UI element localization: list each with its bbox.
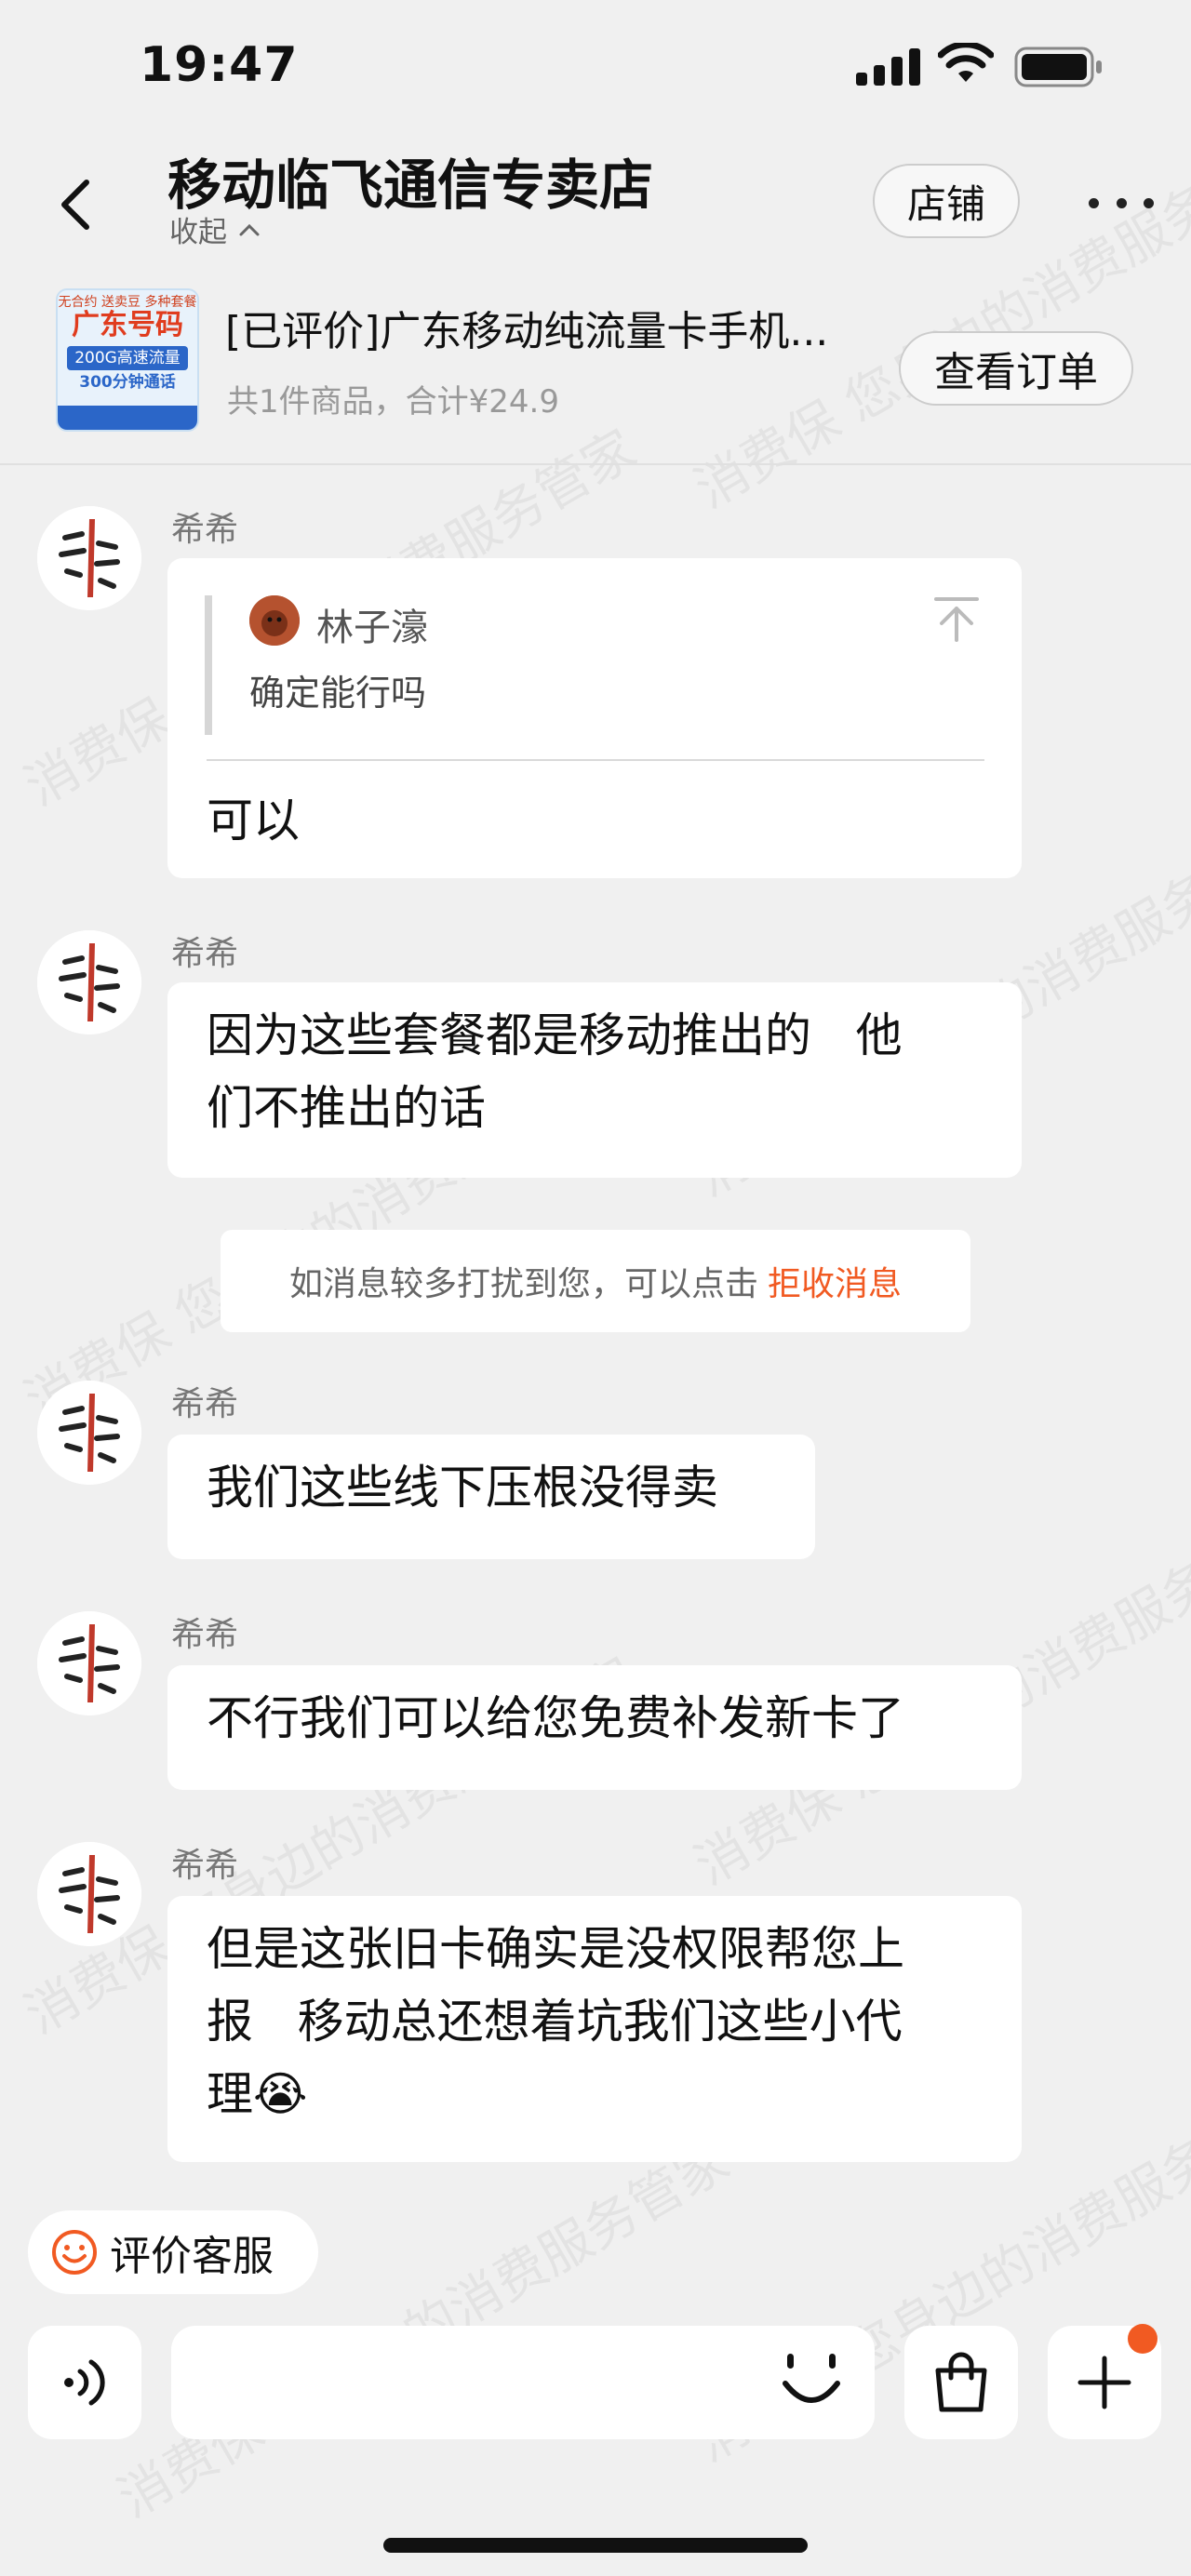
voice-icon [64,2359,105,2406]
thumbnail-title: 广东号码 [72,309,183,341]
input-bar [0,2316,1191,2456]
quote-divider [207,759,984,761]
back-button[interactable] [47,167,102,242]
notification-dot [1128,2324,1158,2354]
plus-icon [1077,2356,1131,2409]
rate-service-label: 评价客服 [110,2233,274,2280]
reject-messages-link[interactable]: 拒收消息 [768,1257,902,1305]
sender-name: 希希 [171,1385,239,1423]
cellular-signal-icon [856,48,920,86]
message-line: 们不推出的话 [207,1081,486,1135]
avatar[interactable] [37,1381,141,1485]
sender-name: 希希 [171,1616,239,1654]
more-icon[interactable] [1089,184,1154,221]
message-bubble[interactable]: 我们这些线下压根没得卖 [167,1435,815,1559]
emoji-icon[interactable] [780,2348,843,2415]
message-line: 但是这张旧卡确实是没权限帮您上 [207,1922,904,1976]
calligraphy-avatar-icon [37,1381,141,1485]
thumbnail-call: 300分钟通话 [79,373,176,392]
rate-service-button[interactable]: 评价客服 [28,2210,318,2294]
message-input[interactable] [171,2326,875,2439]
thumbnail-strip [58,406,197,430]
sender-name: 希希 [171,935,239,973]
order-title[interactable]: [已评价]广东移动纯流量卡手机... [225,298,895,357]
view-order-button[interactable]: 查看订单 [899,331,1133,406]
quoted-message[interactable]: 林子濠 确定能行吗 [205,595,986,735]
home-indicator [383,2538,808,2553]
thumbnail-tagline: 无合约 送卖豆 多种套餐 [58,295,197,310]
order-card[interactable]: 无合约 送卖豆 多种套餐 广东号码 200G高速流量 300分钟通话 [已评价]… [0,279,1191,465]
product-thumbnail[interactable]: 无合约 送卖豆 多种套餐 广东号码 200G高速流量 300分钟通话 [56,288,199,432]
message-text: 可以 [207,794,300,848]
calligraphy-avatar-icon [37,506,141,610]
sender-name: 希希 [171,1847,239,1885]
voice-button[interactable] [28,2326,141,2439]
notice-text: 如消息较多打扰到您，可以点击 [288,1265,758,1303]
quote-text: 确定能行吗 [249,673,427,714]
message-line: 我们这些线下压根没得卖 [207,1461,718,1515]
collapse-label: 收起 [169,216,227,249]
sender-name: 希希 [171,511,239,549]
calligraphy-avatar-icon [37,1842,141,1946]
store-button[interactable]: 店铺 [873,164,1020,238]
thumbnail-flow: 200G高速流量 [67,346,188,370]
pin-top-icon[interactable] [932,595,981,644]
calligraphy-avatar-icon [37,1611,141,1715]
status-time: 19:47 [140,37,299,93]
wifi-icon [938,43,994,82]
system-notice: 如消息较多打扰到您，可以点击 拒收消息 [221,1230,970,1332]
shopping-bag-icon [935,2352,987,2412]
message-line: 因为这些套餐都是移动推出的 他 [207,1008,903,1062]
message-line: 报 移动总还想着坑我们这些小代 [207,1995,903,2049]
avatar[interactable] [37,1611,141,1715]
shopping-bag-button[interactable] [904,2326,1018,2439]
back-icon [61,180,89,230]
avatar[interactable] [37,1842,141,1946]
avatar[interactable] [37,930,141,1034]
chat-header: 移动临飞通信专卖店 收起 店铺 [0,140,1191,270]
message-bubble[interactable]: 但是这张旧卡确实是没权限帮您上 报 移动总还想着坑我们这些小代 理😭 [167,1896,1022,2162]
smile-icon [52,2230,97,2275]
message-line: 不行我们可以给您免费补发新卡了 [207,1691,904,1745]
dog-avatar-icon [249,595,300,646]
calligraphy-avatar-icon [37,930,141,1034]
order-summary: 共1件商品，合计¥24.9 [227,383,559,420]
quote-sender: 林子濠 [316,607,428,649]
battery-icon [1014,47,1102,87]
message-bubble[interactable]: 因为这些套餐都是移动推出的 他 们不推出的话 [167,982,1022,1178]
chevron-up-icon [239,223,260,235]
message-line: 理😭 [207,2067,308,2121]
avatar[interactable] [37,506,141,610]
quote-avatar [249,595,300,646]
collapse-toggle[interactable]: 收起 [169,208,261,250]
message-bubble[interactable]: 不行我们可以给您免费补发新卡了 [167,1665,1022,1790]
status-bar: 19:47 [0,0,1191,140]
